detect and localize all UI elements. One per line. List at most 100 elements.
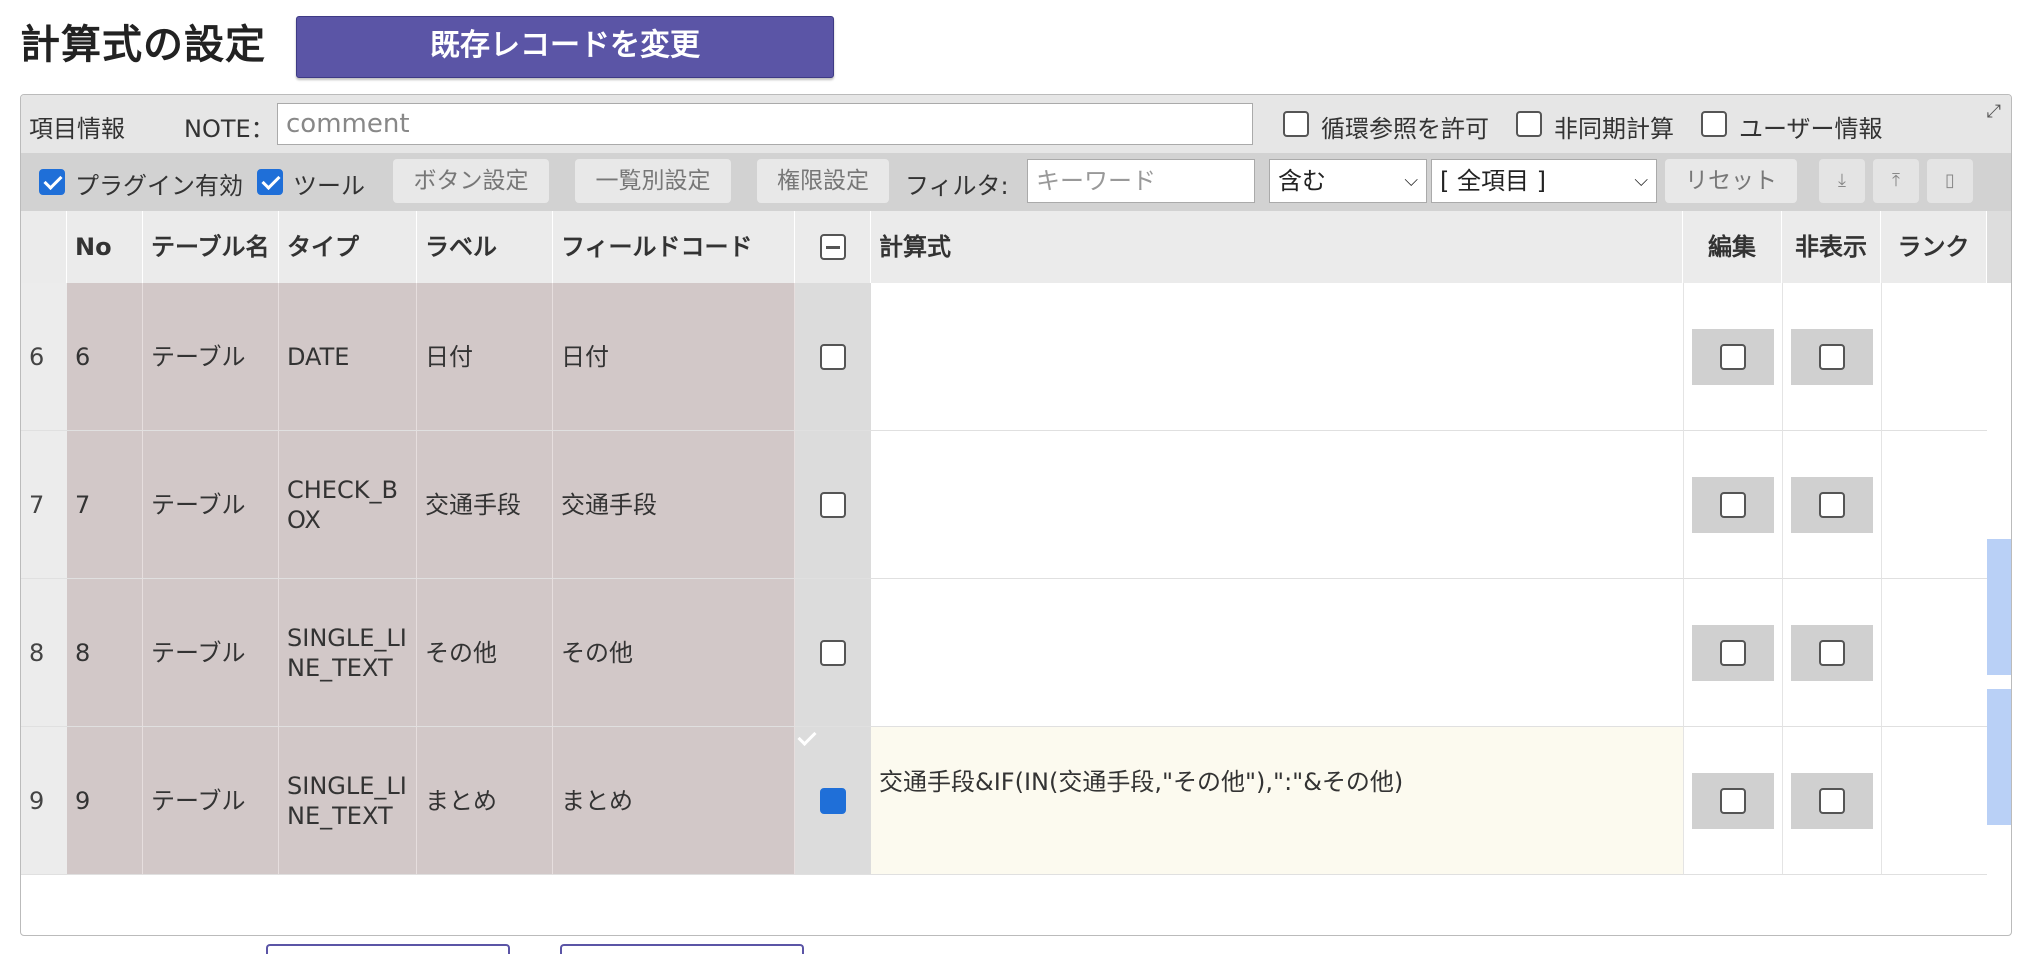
edit-checkbox[interactable] xyxy=(1720,343,1746,370)
note-input[interactable]: comment xyxy=(277,103,1253,145)
row-edit-cell xyxy=(1683,579,1782,727)
header-formula[interactable]: 計算式 xyxy=(871,211,1683,283)
section-label: 項目情報 xyxy=(29,115,125,143)
user-info-label: ユーザー情報 xyxy=(1739,115,1883,143)
edit-checkbox-box xyxy=(1692,624,1774,681)
row-table-name: テーブル xyxy=(143,283,279,431)
header-hidden[interactable]: 非表示 xyxy=(1782,211,1881,283)
change-existing-records-button[interactable]: 既存レコードを変更 xyxy=(296,16,834,78)
row-rank[interactable] xyxy=(1881,431,1987,579)
row-formula[interactable] xyxy=(871,579,1683,727)
row-hidden-cell xyxy=(1782,727,1881,875)
edit-checkbox[interactable] xyxy=(1720,639,1746,666)
row-formula[interactable] xyxy=(871,431,1683,579)
header-select-all[interactable] xyxy=(795,211,871,283)
row-field-code: まとめ xyxy=(553,727,795,875)
row-type: SINGLE_LINE_TEXT xyxy=(279,727,417,875)
row-type: DATE xyxy=(279,283,417,431)
info-bar: 項目情報 NOTE： comment 循環参照を許可 非同期計算 ユーザー情報 … xyxy=(21,95,2011,153)
select-all-minus-icon[interactable] xyxy=(819,234,846,260)
header-type[interactable]: タイプ xyxy=(279,211,417,283)
row-select-checkbox[interactable] xyxy=(820,639,846,666)
field-select[interactable]: [ 全項目 ] ⌵ xyxy=(1431,159,1657,203)
row-field-code: その他 xyxy=(553,579,795,727)
row-table-name: テーブル xyxy=(143,579,279,727)
edit-checkbox-box xyxy=(1692,328,1774,385)
row-select-checkbox[interactable] xyxy=(820,343,846,370)
async-calc-checkbox[interactable] xyxy=(1516,111,1542,137)
row-no: 7 xyxy=(67,431,143,579)
plugin-enabled-label: プラグイン有効 xyxy=(75,172,243,200)
row-rank[interactable] xyxy=(1881,579,1987,727)
note-label: NOTE： xyxy=(184,115,275,143)
permission-settings-button[interactable]: 権限設定 xyxy=(757,159,889,203)
row-table-name: テーブル xyxy=(143,431,279,579)
hidden-checkbox[interactable] xyxy=(1819,491,1845,518)
row-table-name: テーブル xyxy=(143,727,279,875)
header-field-code[interactable]: フィールドコード xyxy=(553,211,795,283)
row-drag-handle[interactable] xyxy=(1987,689,2011,825)
hidden-checkbox[interactable] xyxy=(1819,787,1845,814)
row-field-code: 日付 xyxy=(553,283,795,431)
chevron-down-icon: ⌵ xyxy=(1634,170,1648,191)
bottom-button-edge[interactable] xyxy=(266,944,510,954)
bottom-button-edge[interactable] xyxy=(560,944,804,954)
row-rank[interactable] xyxy=(1881,283,1987,431)
hidden-checkbox[interactable] xyxy=(1819,343,1845,370)
hidden-checkbox-box xyxy=(1791,476,1873,533)
row-field-code: 交通手段 xyxy=(553,431,795,579)
row-select-cell xyxy=(795,727,871,875)
button-settings-button[interactable]: ボタン設定 xyxy=(393,159,549,203)
header-no[interactable]: No xyxy=(67,211,143,283)
page-title: 計算式の設定 xyxy=(20,22,266,68)
row-type: SINGLE_LINE_TEXT xyxy=(279,579,417,727)
row-label: 交通手段 xyxy=(417,431,553,579)
reset-button[interactable]: リセット xyxy=(1665,159,1797,203)
upload-icon[interactable]: ⤒ xyxy=(1873,159,1919,203)
edit-checkbox-box xyxy=(1692,476,1774,533)
header-scroll-corner xyxy=(1987,211,2011,283)
header-edit[interactable]: 編集 xyxy=(1683,211,1782,283)
filter-label: フィルタ: xyxy=(905,172,1009,200)
header-table-name[interactable]: テーブル名 xyxy=(143,211,279,283)
plugin-enabled-checkbox[interactable] xyxy=(39,169,65,195)
allow-circular-checkbox[interactable] xyxy=(1283,111,1309,137)
edit-checkbox[interactable] xyxy=(1720,787,1746,814)
row-select-cell xyxy=(795,579,871,727)
row-label: まとめ xyxy=(417,727,553,875)
async-calc-label: 非同期計算 xyxy=(1554,115,1674,143)
row-select-checkbox[interactable] xyxy=(820,491,846,518)
hidden-checkbox[interactable] xyxy=(1819,639,1845,666)
row-select-checkbox[interactable] xyxy=(820,787,846,814)
row-formula[interactable]: 交通手段&IF(IN(交通手段,"その他"),":"&その他) xyxy=(871,727,1683,875)
hidden-checkbox-box xyxy=(1791,328,1873,385)
header-rank[interactable]: ランク xyxy=(1881,211,1987,283)
row-label: 日付 xyxy=(417,283,553,431)
row-index: 8 xyxy=(21,579,67,727)
list-settings-button[interactable]: 一覧別設定 xyxy=(575,159,731,203)
header-label[interactable]: ラベル xyxy=(417,211,553,283)
row-index: 7 xyxy=(21,431,67,579)
match-select-value: 含む xyxy=(1278,167,1326,195)
hidden-checkbox-box xyxy=(1791,772,1873,829)
expand-icon[interactable]: ⤢ xyxy=(1987,101,2001,122)
edit-checkbox[interactable] xyxy=(1720,491,1746,518)
row-rank[interactable] xyxy=(1881,727,1987,875)
row-index: 6 xyxy=(21,283,67,431)
row-formula[interactable] xyxy=(871,283,1683,431)
row-edit-cell xyxy=(1683,431,1782,579)
clipboard-icon[interactable]: ▯ xyxy=(1927,159,1973,203)
hidden-checkbox-box xyxy=(1791,624,1873,681)
row-drag-handle[interactable] xyxy=(1987,539,2011,675)
match-select[interactable]: 含む ⌵ xyxy=(1269,159,1427,203)
header-gutter xyxy=(21,211,67,283)
allow-circular-label: 循環参照を許可 xyxy=(1321,115,1489,143)
user-info-checkbox[interactable] xyxy=(1701,111,1727,137)
row-hidden-cell xyxy=(1782,431,1881,579)
row-label: その他 xyxy=(417,579,553,727)
download-icon[interactable]: ⤓ xyxy=(1819,159,1865,203)
tool-checkbox[interactable] xyxy=(257,169,283,195)
row-hidden-cell xyxy=(1782,283,1881,431)
row-type: CHECK_BOX xyxy=(279,431,417,579)
keyword-input[interactable]: キーワード xyxy=(1027,159,1255,203)
